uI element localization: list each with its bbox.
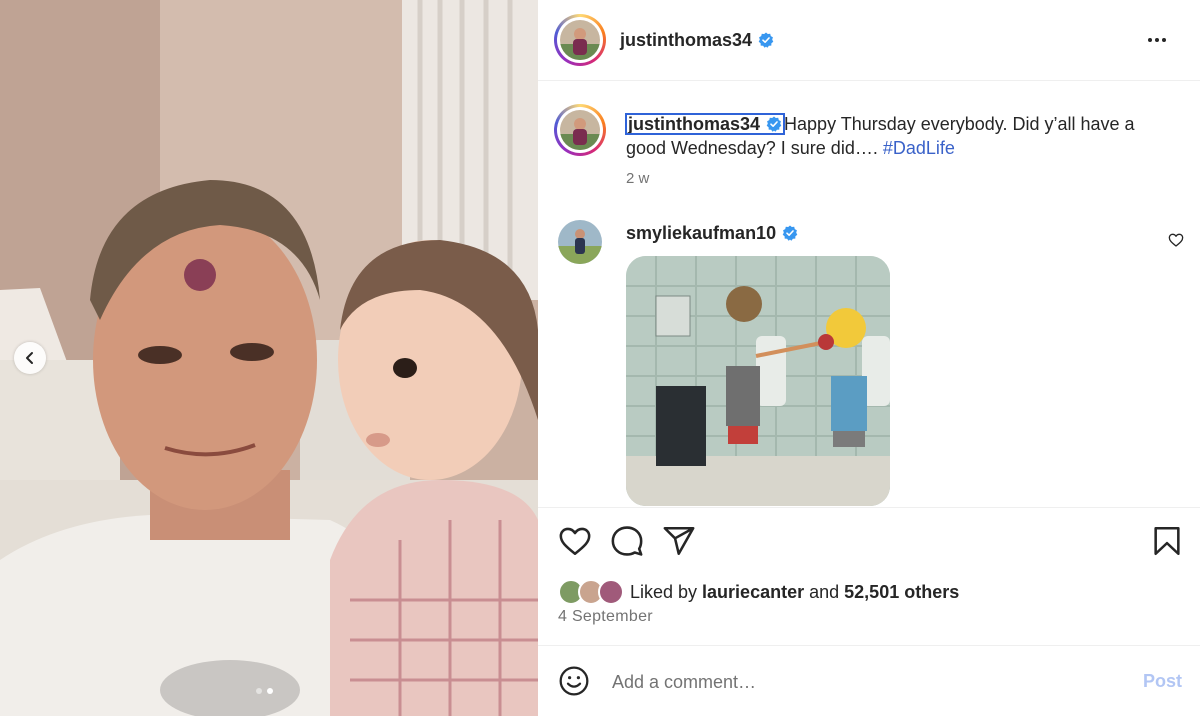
caption-avatar[interactable] (554, 104, 606, 156)
share-button[interactable] (662, 524, 696, 563)
more-horizontal-icon (1148, 38, 1152, 42)
liker-username[interactable]: lauriecanter (702, 582, 804, 602)
caption-timestamp[interactable]: 2 w (626, 170, 649, 187)
comment-gif[interactable] (626, 256, 890, 506)
likes-text: Liked by lauriecanter and 52,501 others (630, 582, 959, 603)
add-comment-bar: Post (538, 645, 1200, 716)
bookmark-icon (1154, 526, 1180, 556)
heart-icon (559, 527, 591, 556)
cartoon-gif-image (626, 256, 890, 506)
caption-text-block: justinthomas34 Happy Thursday everybody. … (624, 112, 1174, 160)
caption-username[interactable]: justinthomas34 (624, 113, 786, 135)
chevron-left-icon (26, 352, 33, 364)
like-button[interactable] (558, 524, 592, 563)
header-divider (538, 80, 1200, 81)
author-avatar-image (560, 20, 600, 60)
post-actions (558, 524, 1188, 560)
verified-badge-icon (766, 116, 782, 132)
likes-conjunction: and (804, 581, 845, 602)
post-comment-button[interactable]: Post (1143, 671, 1182, 692)
more-options-button[interactable] (1144, 28, 1170, 52)
carousel-dot (256, 688, 262, 694)
carousel-prev-button[interactable] (14, 342, 46, 374)
comment-input[interactable] (612, 667, 1112, 697)
comment-bubble-icon (611, 526, 643, 556)
paper-plane-icon (663, 526, 695, 556)
comment-button[interactable] (610, 524, 644, 563)
selfie-photo (0, 0, 538, 716)
comment-username-text[interactable]: smyliekaufman10 (626, 223, 776, 243)
verified-badge-icon (782, 225, 798, 241)
heart-icon (1168, 233, 1184, 247)
liker-avatar (598, 579, 624, 605)
post-date[interactable]: 4 September (558, 608, 653, 626)
likes-prefix: Liked by (630, 581, 703, 602)
comment-username[interactable]: smyliekaufman10 (626, 223, 798, 244)
author-avatar[interactable] (554, 14, 606, 66)
header-username-text[interactable]: justinthomas34 (620, 30, 752, 50)
liker-avatars[interactable] (558, 578, 628, 606)
caption-username-text[interactable]: justinthomas34 (628, 114, 760, 134)
emoji-button[interactable] (558, 665, 590, 702)
likes-count[interactable]: 52,501 others (844, 582, 959, 602)
post-sidebar: justinthomas34 justinthomas34 Happy Thurs… (538, 0, 1200, 716)
commenter-avatar-image (558, 220, 602, 264)
header-username[interactable]: justinthomas34 (620, 30, 774, 51)
save-button[interactable] (1150, 524, 1184, 563)
commenter-avatar[interactable] (558, 220, 602, 264)
carousel-dot-active (267, 688, 273, 694)
post-photo[interactable] (0, 0, 538, 716)
verified-badge-icon (758, 32, 774, 48)
comment-like-button[interactable] (1168, 232, 1184, 253)
post-header: justinthomas34 (554, 14, 1184, 66)
caption-avatar-image (560, 110, 600, 150)
smiley-icon (559, 666, 589, 696)
carousel-dots (256, 688, 273, 694)
actions-divider (538, 507, 1200, 508)
likes-summary: Liked by lauriecanter and 52,501 others (558, 578, 959, 606)
hashtag-link[interactable]: #DadLife (883, 138, 955, 158)
